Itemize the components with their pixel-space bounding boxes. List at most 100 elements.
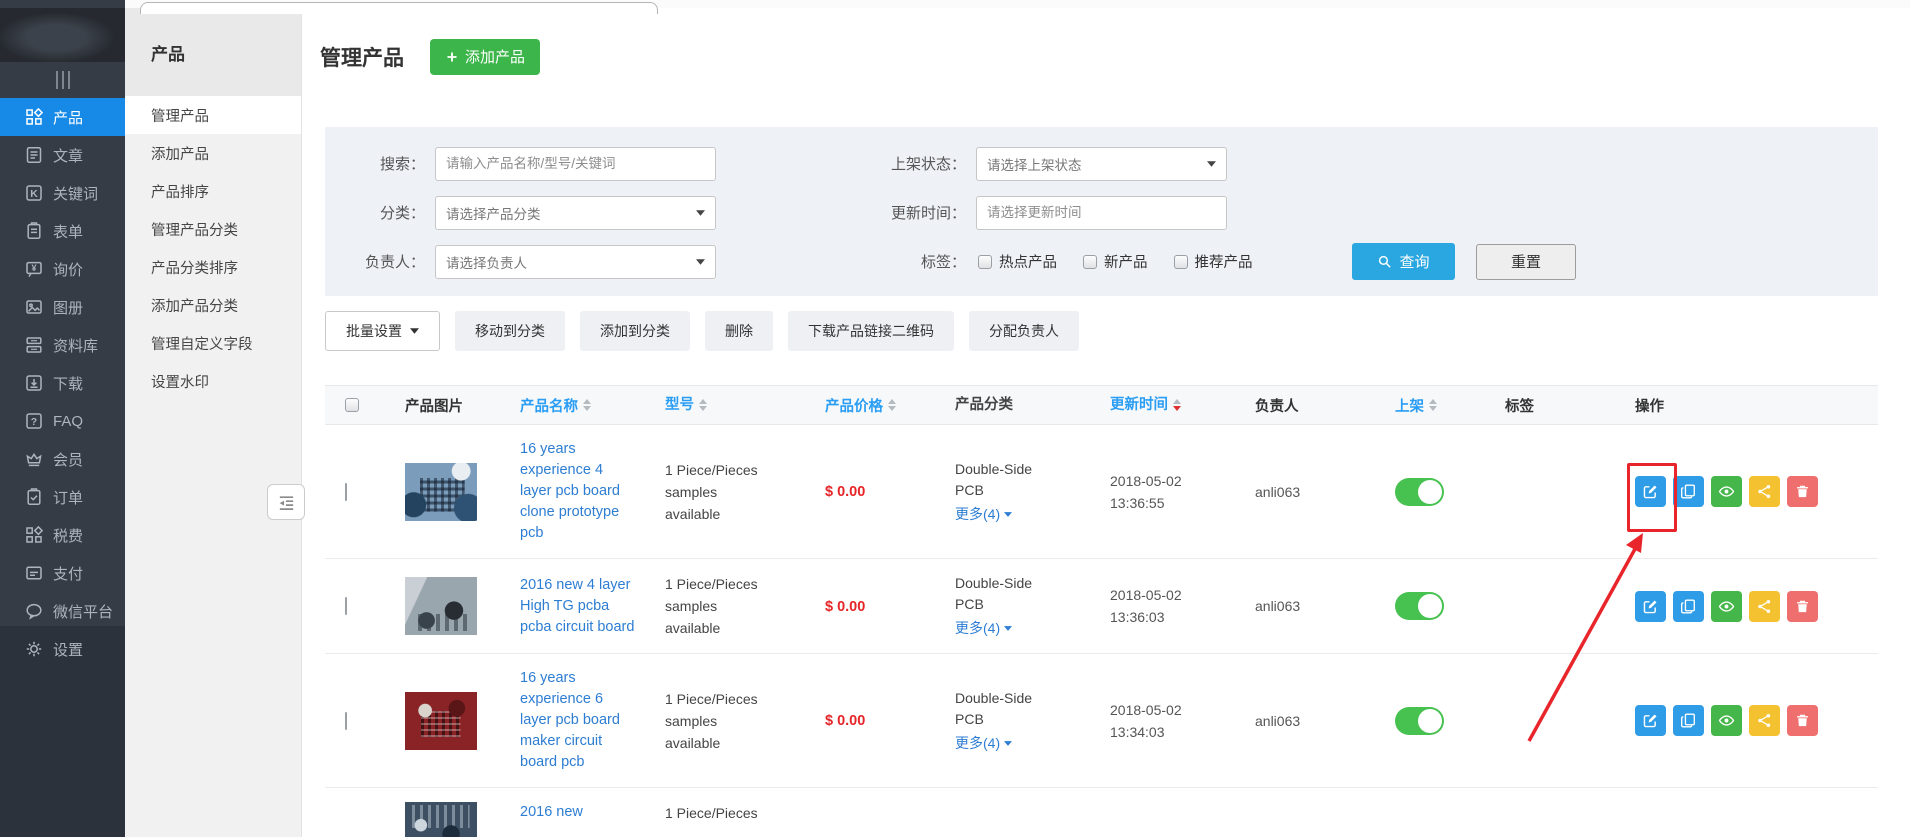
more-categories-label: 更多(4)	[955, 733, 1000, 754]
publish-toggle[interactable]	[1395, 707, 1444, 735]
eye-icon	[1718, 712, 1735, 729]
sidebar-item[interactable]: ¥ 询价	[0, 250, 125, 288]
copy-button[interactable]	[1673, 705, 1704, 736]
main-content: 管理产品 添加产品 搜索： 上架状态： 请选择上架状态	[302, 8, 1910, 837]
reset-button[interactable]: 重置	[1476, 244, 1576, 280]
sidebar-item[interactable]: 会员	[0, 440, 125, 478]
status-select[interactable]: 请选择上架状态	[976, 147, 1227, 181]
update-time-input[interactable]	[976, 196, 1227, 230]
sidebar-item[interactable]: 下载	[0, 364, 125, 402]
search-input[interactable]	[435, 147, 716, 181]
sidebar-item-label: 文章	[53, 145, 83, 166]
sort-arrows-icon[interactable]	[1173, 399, 1181, 411]
sidebar-grip-icon[interactable]	[0, 62, 125, 98]
preview-button[interactable]	[1711, 476, 1742, 507]
table-header-cell: 更新时间	[1090, 394, 1240, 416]
copy-button[interactable]	[1673, 476, 1704, 507]
more-categories-link[interactable]: 更多(4)	[955, 618, 1012, 639]
sidebar-item[interactable]: 图册	[0, 288, 125, 326]
publish-toggle[interactable]	[1395, 478, 1444, 506]
sidebar-item[interactable]: 产品	[0, 98, 125, 136]
batch-action-label: 移动到分类	[475, 321, 545, 341]
svg-text:¥: ¥	[31, 263, 36, 273]
add-product-button[interactable]: 添加产品	[430, 39, 540, 75]
sidebar-item[interactable]: 资料库	[0, 326, 125, 364]
batch-action-button[interactable]: 移动到分类	[455, 311, 565, 351]
row-actions	[1635, 705, 1878, 736]
tag-checkbox-option[interactable]: 推荐产品	[1174, 251, 1253, 272]
publish-toggle[interactable]	[1395, 592, 1444, 620]
batch-action-button[interactable]: 分配负责人	[969, 311, 1079, 351]
row-checkbox[interactable]	[345, 483, 347, 501]
edit-button[interactable]	[1635, 591, 1666, 622]
edit-button[interactable]	[1635, 476, 1666, 507]
sort-arrows-icon[interactable]	[583, 399, 591, 411]
product-name-link[interactable]: 16 years experience 4 layer pcb board cl…	[520, 439, 638, 544]
product-name-link[interactable]: 2016 new 4 layer High TG pcba pcba circu…	[520, 575, 638, 638]
sidebar-item[interactable]: 设置	[0, 630, 125, 668]
select-all-checkbox[interactable]	[345, 398, 359, 412]
page-title: 管理产品	[320, 42, 404, 72]
delete-button[interactable]	[1787, 705, 1818, 736]
submenu-item[interactable]: 添加产品	[125, 134, 301, 172]
submenu-item[interactable]: 管理自定义字段	[125, 324, 301, 362]
sidebar-item-icon: ?	[24, 411, 44, 431]
preview-button[interactable]	[1711, 591, 1742, 622]
submenu-item[interactable]: 管理产品	[125, 96, 301, 134]
more-categories-link[interactable]: 更多(4)	[955, 504, 1012, 525]
submenu-item[interactable]: 产品排序	[125, 172, 301, 210]
sidebar-item[interactable]: 税费	[0, 516, 125, 554]
delete-button[interactable]	[1787, 476, 1818, 507]
submenu-item[interactable]: 添加产品分类	[125, 286, 301, 324]
product-name-link[interactable]: 16 years experience 6 layer pcb board ma…	[520, 668, 638, 773]
sidebar-item[interactable]: 订单	[0, 478, 125, 516]
sort-arrows-icon[interactable]	[699, 399, 707, 411]
more-categories-link[interactable]: 更多(4)	[955, 733, 1012, 754]
column-label: 负责人	[1255, 395, 1299, 416]
sidebar-item[interactable]: K 关键词	[0, 174, 125, 212]
share-button[interactable]	[1749, 591, 1780, 622]
column-label: 操作	[1635, 395, 1664, 416]
submenu-item[interactable]: 管理产品分类	[125, 210, 301, 248]
submenu-item[interactable]: 产品分类排序	[125, 248, 301, 286]
sidebar-item[interactable]: 文章	[0, 136, 125, 174]
checkbox[interactable]	[978, 255, 992, 269]
query-button[interactable]: 查询	[1352, 243, 1455, 280]
product-image[interactable]	[405, 802, 477, 837]
batch-action-button[interactable]: 添加到分类	[580, 311, 690, 351]
batch-action-label: 删除	[725, 321, 753, 341]
filter-row-2: 分类： 请选择产品分类 更新时间：	[325, 188, 1878, 237]
product-name-link[interactable]: 2016 new	[520, 802, 638, 823]
product-image[interactable]	[405, 463, 477, 521]
table-row: 2016 new 1 Piece/Pieces	[325, 788, 1878, 837]
submenu-item[interactable]: 设置水印	[125, 362, 301, 400]
tag-checkbox-option[interactable]: 新产品	[1083, 251, 1148, 272]
copy-button[interactable]	[1673, 591, 1704, 622]
batch-action-button[interactable]: 下载产品链接二维码	[788, 311, 954, 351]
category-select[interactable]: 请选择产品分类	[435, 196, 716, 230]
row-checkbox[interactable]	[345, 712, 347, 730]
sidebar-item[interactable]: ? FAQ	[0, 402, 125, 440]
submenu-collapse-button[interactable]	[267, 484, 305, 520]
sort-arrows-icon[interactable]	[888, 399, 896, 411]
delete-button[interactable]	[1787, 591, 1818, 622]
batch-action-button[interactable]: 批量设置	[325, 311, 440, 351]
product-image[interactable]	[405, 577, 477, 635]
edit-button[interactable]	[1635, 705, 1666, 736]
checkbox[interactable]	[1083, 255, 1097, 269]
sort-arrows-icon[interactable]	[1429, 399, 1437, 411]
row-checkbox[interactable]	[345, 597, 347, 615]
sidebar-item-icon	[24, 639, 44, 659]
tag-checkbox-option[interactable]: 热点产品	[978, 251, 1057, 272]
share-button[interactable]	[1749, 476, 1780, 507]
batch-action-button[interactable]: 删除	[705, 311, 773, 351]
checkbox[interactable]	[1174, 255, 1188, 269]
share-button[interactable]	[1749, 705, 1780, 736]
product-image[interactable]	[405, 692, 477, 750]
owner-select[interactable]: 请选择负责人	[435, 245, 716, 279]
sidebar-item[interactable]: 微信平台	[0, 592, 125, 630]
edit-icon	[1642, 483, 1659, 500]
sidebar-item[interactable]: 表单	[0, 212, 125, 250]
preview-button[interactable]	[1711, 705, 1742, 736]
sidebar-item[interactable]: 支付	[0, 554, 125, 592]
